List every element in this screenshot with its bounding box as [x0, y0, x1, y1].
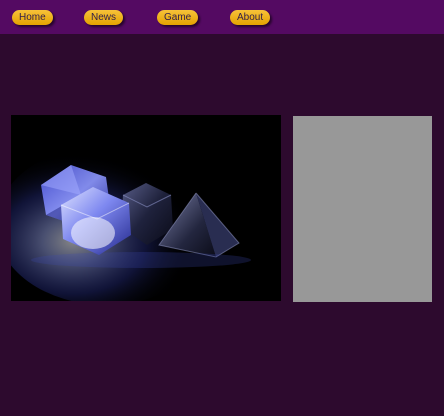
top-nav-bar: Home News Game About [0, 0, 444, 34]
nav-about-button[interactable]: About [230, 10, 271, 25]
nav-news-button[interactable]: News [84, 10, 124, 25]
dice-illustration [11, 115, 281, 301]
side-panel [293, 116, 432, 302]
nav-home-button[interactable]: Home [12, 10, 53, 25]
nav-game-button[interactable]: Game [157, 10, 199, 25]
hero-dice-image [11, 115, 281, 301]
